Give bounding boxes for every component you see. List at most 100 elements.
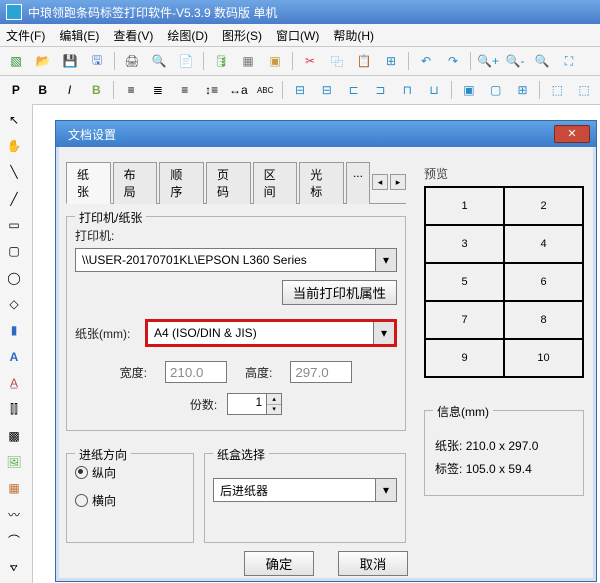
line-up-icon[interactable]: ╱ <box>2 187 26 210</box>
bold2-icon[interactable]: B <box>84 78 108 102</box>
fullscreen-icon[interactable]: ⛶ <box>557 49 581 73</box>
close-button[interactable]: ✕ <box>554 125 590 143</box>
tab-layout[interactable]: 布局 <box>113 162 158 204</box>
align2-icon[interactable]: ⊐ <box>369 78 393 102</box>
roundrect-icon[interactable]: ▢ <box>2 240 26 263</box>
tab-order[interactable]: 顺序 <box>159 162 204 204</box>
line-down-icon[interactable]: ╲ <box>2 161 26 184</box>
stepper-up-icon[interactable]: ▴ <box>267 394 281 405</box>
table-icon[interactable]: ▦ <box>2 477 26 500</box>
group-icon[interactable]: ▣ <box>457 78 481 102</box>
align1-icon[interactable]: ⊏ <box>342 78 366 102</box>
align-right-icon[interactable]: ≡ <box>173 78 197 102</box>
print-icon[interactable]: 🖨 <box>120 49 144 73</box>
stepper-down-icon[interactable]: ▾ <box>267 405 281 415</box>
dialog-title: 文档设置 <box>68 126 116 143</box>
distribute-v-icon[interactable]: ⊟ <box>315 78 339 102</box>
barcode-icon[interactable]: ⫿⫿ <box>2 398 26 421</box>
side-toolbox: ↖ ✋ ╲ ╱ ▭ ▢ ◯ ◇ ▮ A A̲ ⫿⫿ ▩ 🖼 ▦ 〰 ⌒ ⦡ <box>0 104 33 583</box>
tab-range[interactable]: 区间 <box>253 162 298 204</box>
grid-icon[interactable]: ▦ <box>236 49 260 73</box>
preview-cell: 6 <box>504 263 583 301</box>
bold-icon[interactable]: B <box>31 78 55 102</box>
ungroup-icon[interactable]: ▢ <box>484 78 508 102</box>
separator <box>470 52 471 70</box>
align-left-icon[interactable]: ≡ <box>119 78 143 102</box>
curve-icon[interactable]: 〰 <box>2 503 26 526</box>
printer-combo[interactable]: \\USER-20170701KL\EPSON L360 Series ▾ <box>75 248 397 272</box>
align-center-icon[interactable]: ≣ <box>146 78 170 102</box>
menu-window[interactable]: 窗口(W) <box>276 27 319 44</box>
arc-icon[interactable]: ⌒ <box>2 529 26 552</box>
undo-icon[interactable]: ↶ <box>414 49 438 73</box>
cut-icon[interactable]: ✂ <box>298 49 322 73</box>
tab-scroll: ◂ ▸ <box>372 161 406 203</box>
box-icon[interactable]: ▣ <box>263 49 287 73</box>
new-icon[interactable]: ▧ <box>4 49 28 73</box>
hand-icon[interactable]: ✋ <box>2 134 26 157</box>
ellipse-icon[interactable]: ◯ <box>2 266 26 289</box>
tab-paper[interactable]: 纸张 <box>66 162 111 204</box>
italic-icon[interactable]: I <box>58 78 82 102</box>
paper-combo[interactable]: A4 (ISO/DIN & JIS) ▾ <box>145 319 397 347</box>
zoom-fit-icon[interactable]: 🔍 <box>530 49 554 73</box>
portrait-radio[interactable]: 纵向 <box>75 464 116 481</box>
distribute-h-icon[interactable]: ⊟ <box>288 78 312 102</box>
filled-rect-icon[interactable]: ▮ <box>2 319 26 342</box>
align4-icon[interactable]: ⊔ <box>422 78 446 102</box>
back-icon[interactable]: ⬚ <box>572 78 596 102</box>
info-fieldset: 信息(mm) 纸张: 210.0 x 297.0 标签: 105.0 x 59.… <box>424 410 584 496</box>
saveas-icon[interactable]: 🖫 <box>85 49 109 73</box>
tab-scroll-right[interactable]: ▸ <box>390 174 406 190</box>
tab-page[interactable]: 页码 <box>206 162 251 204</box>
menu-edit[interactable]: 编辑(E) <box>59 27 99 44</box>
copy-icon[interactable]: ⿻ <box>325 49 349 73</box>
image-icon[interactable]: 🖼 <box>2 450 26 473</box>
database-icon[interactable]: 🛢 <box>209 49 233 73</box>
paste-icon[interactable]: 📋 <box>352 49 376 73</box>
printer-properties-button[interactable]: 当前打印机属性 <box>282 280 397 305</box>
export-icon[interactable]: 📄 <box>174 49 198 73</box>
bezier-icon[interactable]: ⦡ <box>2 556 26 579</box>
abc-icon[interactable]: ABC <box>253 78 277 102</box>
pointer-icon[interactable]: ↖ <box>2 108 26 131</box>
front-icon[interactable]: ⬚ <box>545 78 569 102</box>
preview-icon[interactable]: 🔍 <box>147 49 171 73</box>
save-icon[interactable]: 💾 <box>58 49 82 73</box>
rtf-icon[interactable]: A̲ <box>2 371 26 394</box>
chevron-down-icon[interactable]: ▾ <box>375 479 396 501</box>
preview-cell: 2 <box>504 187 583 225</box>
open-icon[interactable]: 📂 <box>31 49 55 73</box>
menu-file[interactable]: 文件(F) <box>6 27 45 44</box>
menu-shape[interactable]: 图形(S) <box>222 27 262 44</box>
cancel-button[interactable]: 取消 <box>338 551 408 576</box>
separator <box>113 81 114 99</box>
text-p-icon[interactable]: P <box>4 78 28 102</box>
text-a-icon[interactable]: A <box>2 345 26 368</box>
tab-more[interactable]: ... <box>346 162 370 204</box>
lock-icon[interactable]: ⊞ <box>511 78 535 102</box>
separator <box>539 81 540 99</box>
printer-fieldset: 打印机/纸张 打印机: \\USER-20170701KL\EPSON L360… <box>66 216 406 431</box>
align-icon[interactable]: ⊞ <box>379 49 403 73</box>
tray-combo[interactable]: 后进纸器 ▾ <box>213 478 397 502</box>
menu-view[interactable]: 查看(V) <box>113 27 153 44</box>
polygon-icon[interactable]: ◇ <box>2 292 26 315</box>
tab-scroll-left[interactable]: ◂ <box>372 174 388 190</box>
qrcode-icon[interactable]: ▩ <box>2 424 26 447</box>
menu-draw[interactable]: 绘图(D) <box>167 27 208 44</box>
chevron-down-icon[interactable]: ▾ <box>373 322 394 344</box>
copies-stepper[interactable]: 1 ▴ ▾ <box>227 393 282 415</box>
landscape-radio[interactable]: 横向 <box>75 492 116 509</box>
line-spacing-icon[interactable]: ↕≡ <box>200 78 224 102</box>
redo-icon[interactable]: ↷ <box>441 49 465 73</box>
ok-button[interactable]: 确定 <box>244 551 314 576</box>
char-spacing-icon[interactable]: ↔a <box>226 78 250 102</box>
align3-icon[interactable]: ⊓ <box>395 78 419 102</box>
zoom-out-icon[interactable]: 🔍- <box>503 49 527 73</box>
rect-icon[interactable]: ▭ <box>2 213 26 236</box>
chevron-down-icon[interactable]: ▾ <box>375 249 396 271</box>
tab-cursor[interactable]: 光标 <box>299 162 344 204</box>
menu-help[interactable]: 帮助(H) <box>333 27 374 44</box>
zoom-in-icon[interactable]: 🔍+ <box>476 49 500 73</box>
